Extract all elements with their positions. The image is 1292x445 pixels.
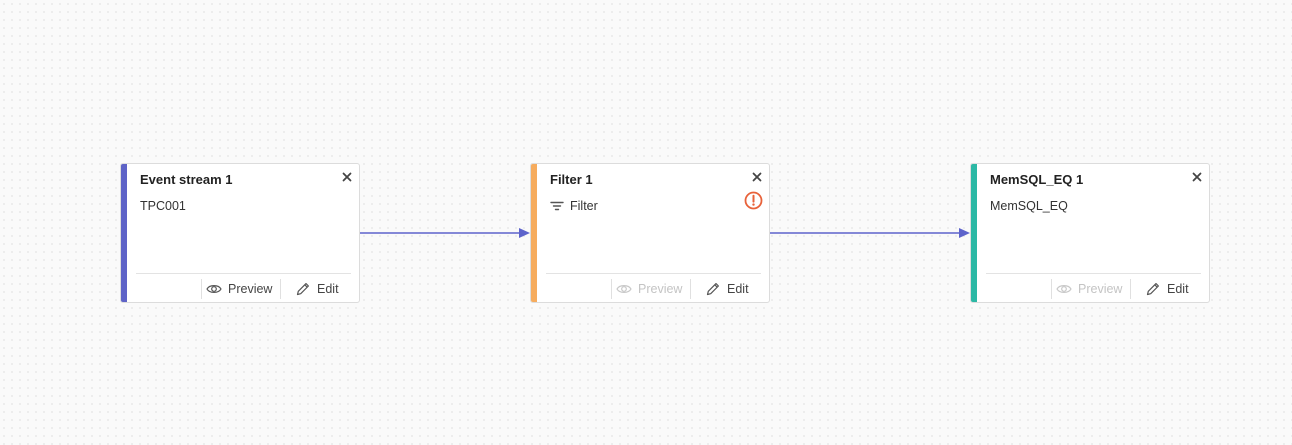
edit-button[interactable]: Edit: [705, 274, 749, 302]
connector-filter-to-memsql[interactable]: [770, 228, 970, 238]
close-icon[interactable]: [1190, 170, 1204, 184]
preview-button: Preview: [1056, 274, 1123, 302]
preview-button[interactable]: Preview: [206, 274, 273, 302]
node-title: Filter 1: [550, 172, 593, 187]
node-subtitle-text: TPC001: [140, 199, 186, 213]
filter-icon: [550, 201, 564, 211]
node-footer: Preview Edit: [986, 273, 1201, 302]
preview-label: Preview: [1078, 282, 1123, 296]
preview-button: Preview: [616, 274, 683, 302]
edit-label: Edit: [1167, 282, 1189, 296]
pencil-icon: [1146, 283, 1159, 296]
eye-icon: [616, 285, 632, 293]
close-icon[interactable]: [340, 170, 354, 184]
node-accent-bar: [121, 164, 127, 302]
eye-icon: [1056, 285, 1072, 293]
close-icon[interactable]: [750, 170, 764, 184]
exclamation-circle-icon[interactable]: [744, 191, 763, 210]
eye-icon: [206, 285, 222, 293]
node-subtitle-text: MemSQL_EQ: [990, 199, 1068, 213]
edit-label: Edit: [317, 282, 339, 296]
node-subtitle: TPC001: [140, 198, 186, 214]
node-memsql-eq[interactable]: MemSQL_EQ 1 MemSQL_EQ Preview Edit: [970, 163, 1210, 303]
footer-divider: [280, 279, 281, 299]
node-subtitle: MemSQL_EQ: [990, 198, 1068, 214]
node-accent-bar: [971, 164, 977, 302]
node-subtitle-text: Filter: [570, 199, 598, 213]
node-accent-bar: [531, 164, 537, 302]
footer-divider: [1130, 279, 1131, 299]
preview-label: Preview: [228, 282, 273, 296]
pencil-icon: [296, 283, 309, 296]
edit-button[interactable]: Edit: [295, 274, 339, 302]
node-footer: Preview Edit: [546, 273, 761, 302]
edit-label: Edit: [727, 282, 749, 296]
edit-button[interactable]: Edit: [1145, 274, 1189, 302]
node-event-stream[interactable]: Event stream 1 TPC001 Preview Edit: [120, 163, 360, 303]
pencil-icon: [706, 283, 719, 296]
footer-divider: [1051, 279, 1052, 299]
footer-divider: [690, 279, 691, 299]
arrow-head-icon: [959, 228, 970, 238]
node-subtitle: Filter: [550, 198, 598, 214]
preview-label: Preview: [638, 282, 683, 296]
node-filter[interactable]: Filter 1 Filter Preview Edit: [530, 163, 770, 303]
arrow-head-icon: [519, 228, 530, 238]
node-footer: Preview Edit: [136, 273, 351, 302]
pipeline-canvas[interactable]: Event stream 1 TPC001 Preview Edit Filte…: [0, 0, 1292, 445]
footer-divider: [611, 279, 612, 299]
connector-event-stream-to-filter[interactable]: [360, 228, 530, 238]
footer-divider: [201, 279, 202, 299]
node-title: MemSQL_EQ 1: [990, 172, 1084, 187]
node-title: Event stream 1: [140, 172, 233, 187]
